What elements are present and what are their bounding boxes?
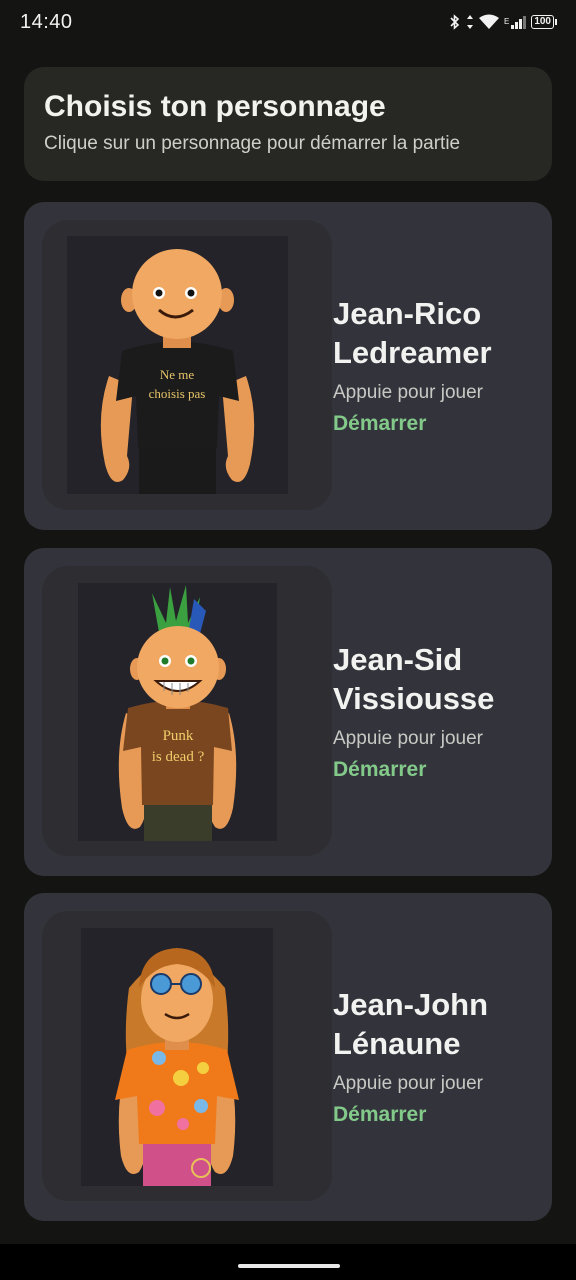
home-gesture-handle[interactable]	[238, 1264, 340, 1268]
character-card-jean-rico[interactable]: Ne me choisis pas Jean-Rico Ledreamer Ap…	[24, 202, 552, 530]
page-title: Choisis ton personnage	[44, 90, 386, 123]
character-card-jean-sid[interactable]: Punk is dead ? Jean-Sid Vissiousse Appui…	[24, 548, 552, 876]
status-time: 14:40	[20, 10, 73, 33]
header-card: Choisis ton personnage Clique sur un per…	[24, 67, 552, 181]
shirt-text-line2: choisis pas	[149, 386, 206, 401]
play-hint: Appuie pour jouer	[333, 728, 483, 749]
start-button[interactable]: Démarrer	[333, 758, 494, 782]
character-name-line1: Jean-John	[333, 987, 489, 1022]
play-hint: Appuie pour jouer	[333, 382, 483, 403]
play-hint: Appuie pour jouer	[333, 1073, 483, 1094]
status-bar: 14:40 E 100	[0, 0, 576, 44]
character-name-line2: Ledreamer	[333, 335, 492, 370]
hippie-character-illustration	[81, 928, 273, 1186]
character-name-line1: Jean-Rico	[333, 296, 482, 331]
character-portrait	[81, 928, 273, 1186]
navigation-bar	[0, 1244, 576, 1280]
character-name-line1: Jean-Sid	[333, 642, 463, 677]
character-name-line2: Lénaune	[333, 1026, 461, 1061]
character-info: Jean-John Lénaune Appuie pour jouer Déma…	[333, 985, 488, 1127]
portrait-frame: Ne me choisis pas	[42, 220, 332, 510]
wifi-icon	[479, 14, 500, 30]
start-button[interactable]: Démarrer	[333, 1103, 488, 1127]
character-portrait: Punk is dead ?	[78, 583, 277, 841]
shirt-text-line1: Ne me	[160, 367, 195, 382]
start-button[interactable]: Démarrer	[333, 412, 492, 436]
character-name-line2: Vissiousse	[333, 681, 495, 716]
character-card-jean-john[interactable]: Jean-John Lénaune Appuie pour jouer Déma…	[24, 893, 552, 1221]
portrait-frame	[42, 911, 332, 1201]
shirt-text-line2: is dead ?	[152, 749, 205, 765]
battery-icon: 100	[531, 15, 557, 29]
punk-character-illustration: Punk is dead ?	[78, 583, 277, 841]
page-subtitle: Clique sur un personnage pour démarrer l…	[44, 133, 461, 154]
character-portrait: Ne me choisis pas	[67, 236, 288, 494]
character-info: Jean-Sid Vissiousse Appuie pour jouer Dé…	[333, 640, 494, 782]
svg-text:E: E	[504, 17, 509, 26]
shirt-text-line1: Punk	[163, 728, 194, 744]
character-info: Jean-Rico Ledreamer Appuie pour jouer Dé…	[333, 294, 492, 436]
bluetooth-icon	[449, 14, 461, 30]
signal-icon: E	[504, 14, 527, 30]
data-arrows-icon	[466, 14, 474, 30]
bald-character-illustration: Ne me choisis pas	[67, 236, 288, 494]
portrait-frame: Punk is dead ?	[42, 566, 332, 856]
status-icons: E 100	[449, 14, 557, 30]
